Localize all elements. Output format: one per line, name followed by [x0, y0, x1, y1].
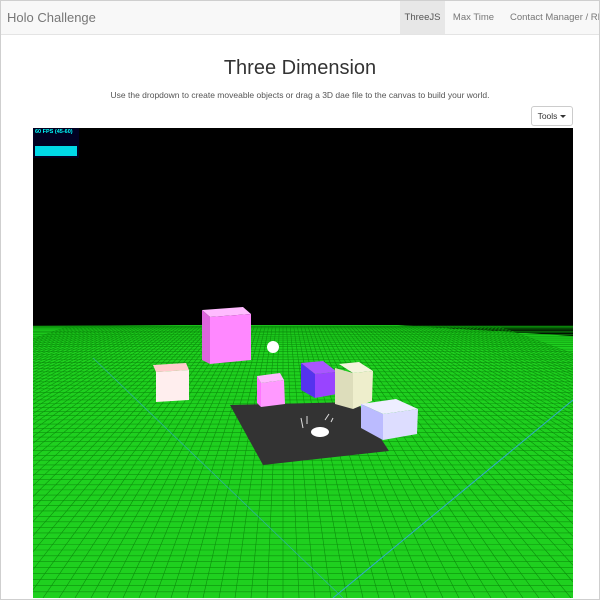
white-sphere	[267, 341, 279, 353]
tools-label: Tools	[537, 111, 558, 121]
fps-label: 60 FPS (45-60)	[35, 129, 73, 135]
nav-item-max-time[interactable]: Max Time	[445, 1, 502, 34]
navbar-nav: ThreeJS Max Time Contact Manager / REST	[400, 1, 599, 34]
fps-graph	[35, 146, 77, 156]
light-pink-cube	[153, 363, 189, 402]
scene-svg	[33, 307, 573, 598]
navbar-brand[interactable]: Holo Challenge	[7, 1, 96, 34]
small-pink-cube	[257, 373, 285, 407]
nav-item-threejs[interactable]: ThreeJS	[400, 1, 445, 34]
page-title: Three Dimension	[223, 57, 377, 79]
nav-item-contact-manager[interactable]: Contact Manager / REST	[502, 1, 599, 34]
navbar: Holo Challenge ThreeJS Max Time Contact …	[1, 1, 599, 35]
tools-dropdown-button[interactable]: Tools	[531, 106, 573, 126]
pink-tall-cube	[202, 307, 251, 364]
fps-stats-panel[interactable]: 60 FPS (45-60)	[33, 128, 79, 158]
threejs-canvas[interactable]: 60 FPS (45-60)	[33, 128, 573, 598]
caret-down-icon	[560, 114, 567, 118]
page-subtitle: Use the dropdown to create moveable obje…	[110, 90, 490, 100]
